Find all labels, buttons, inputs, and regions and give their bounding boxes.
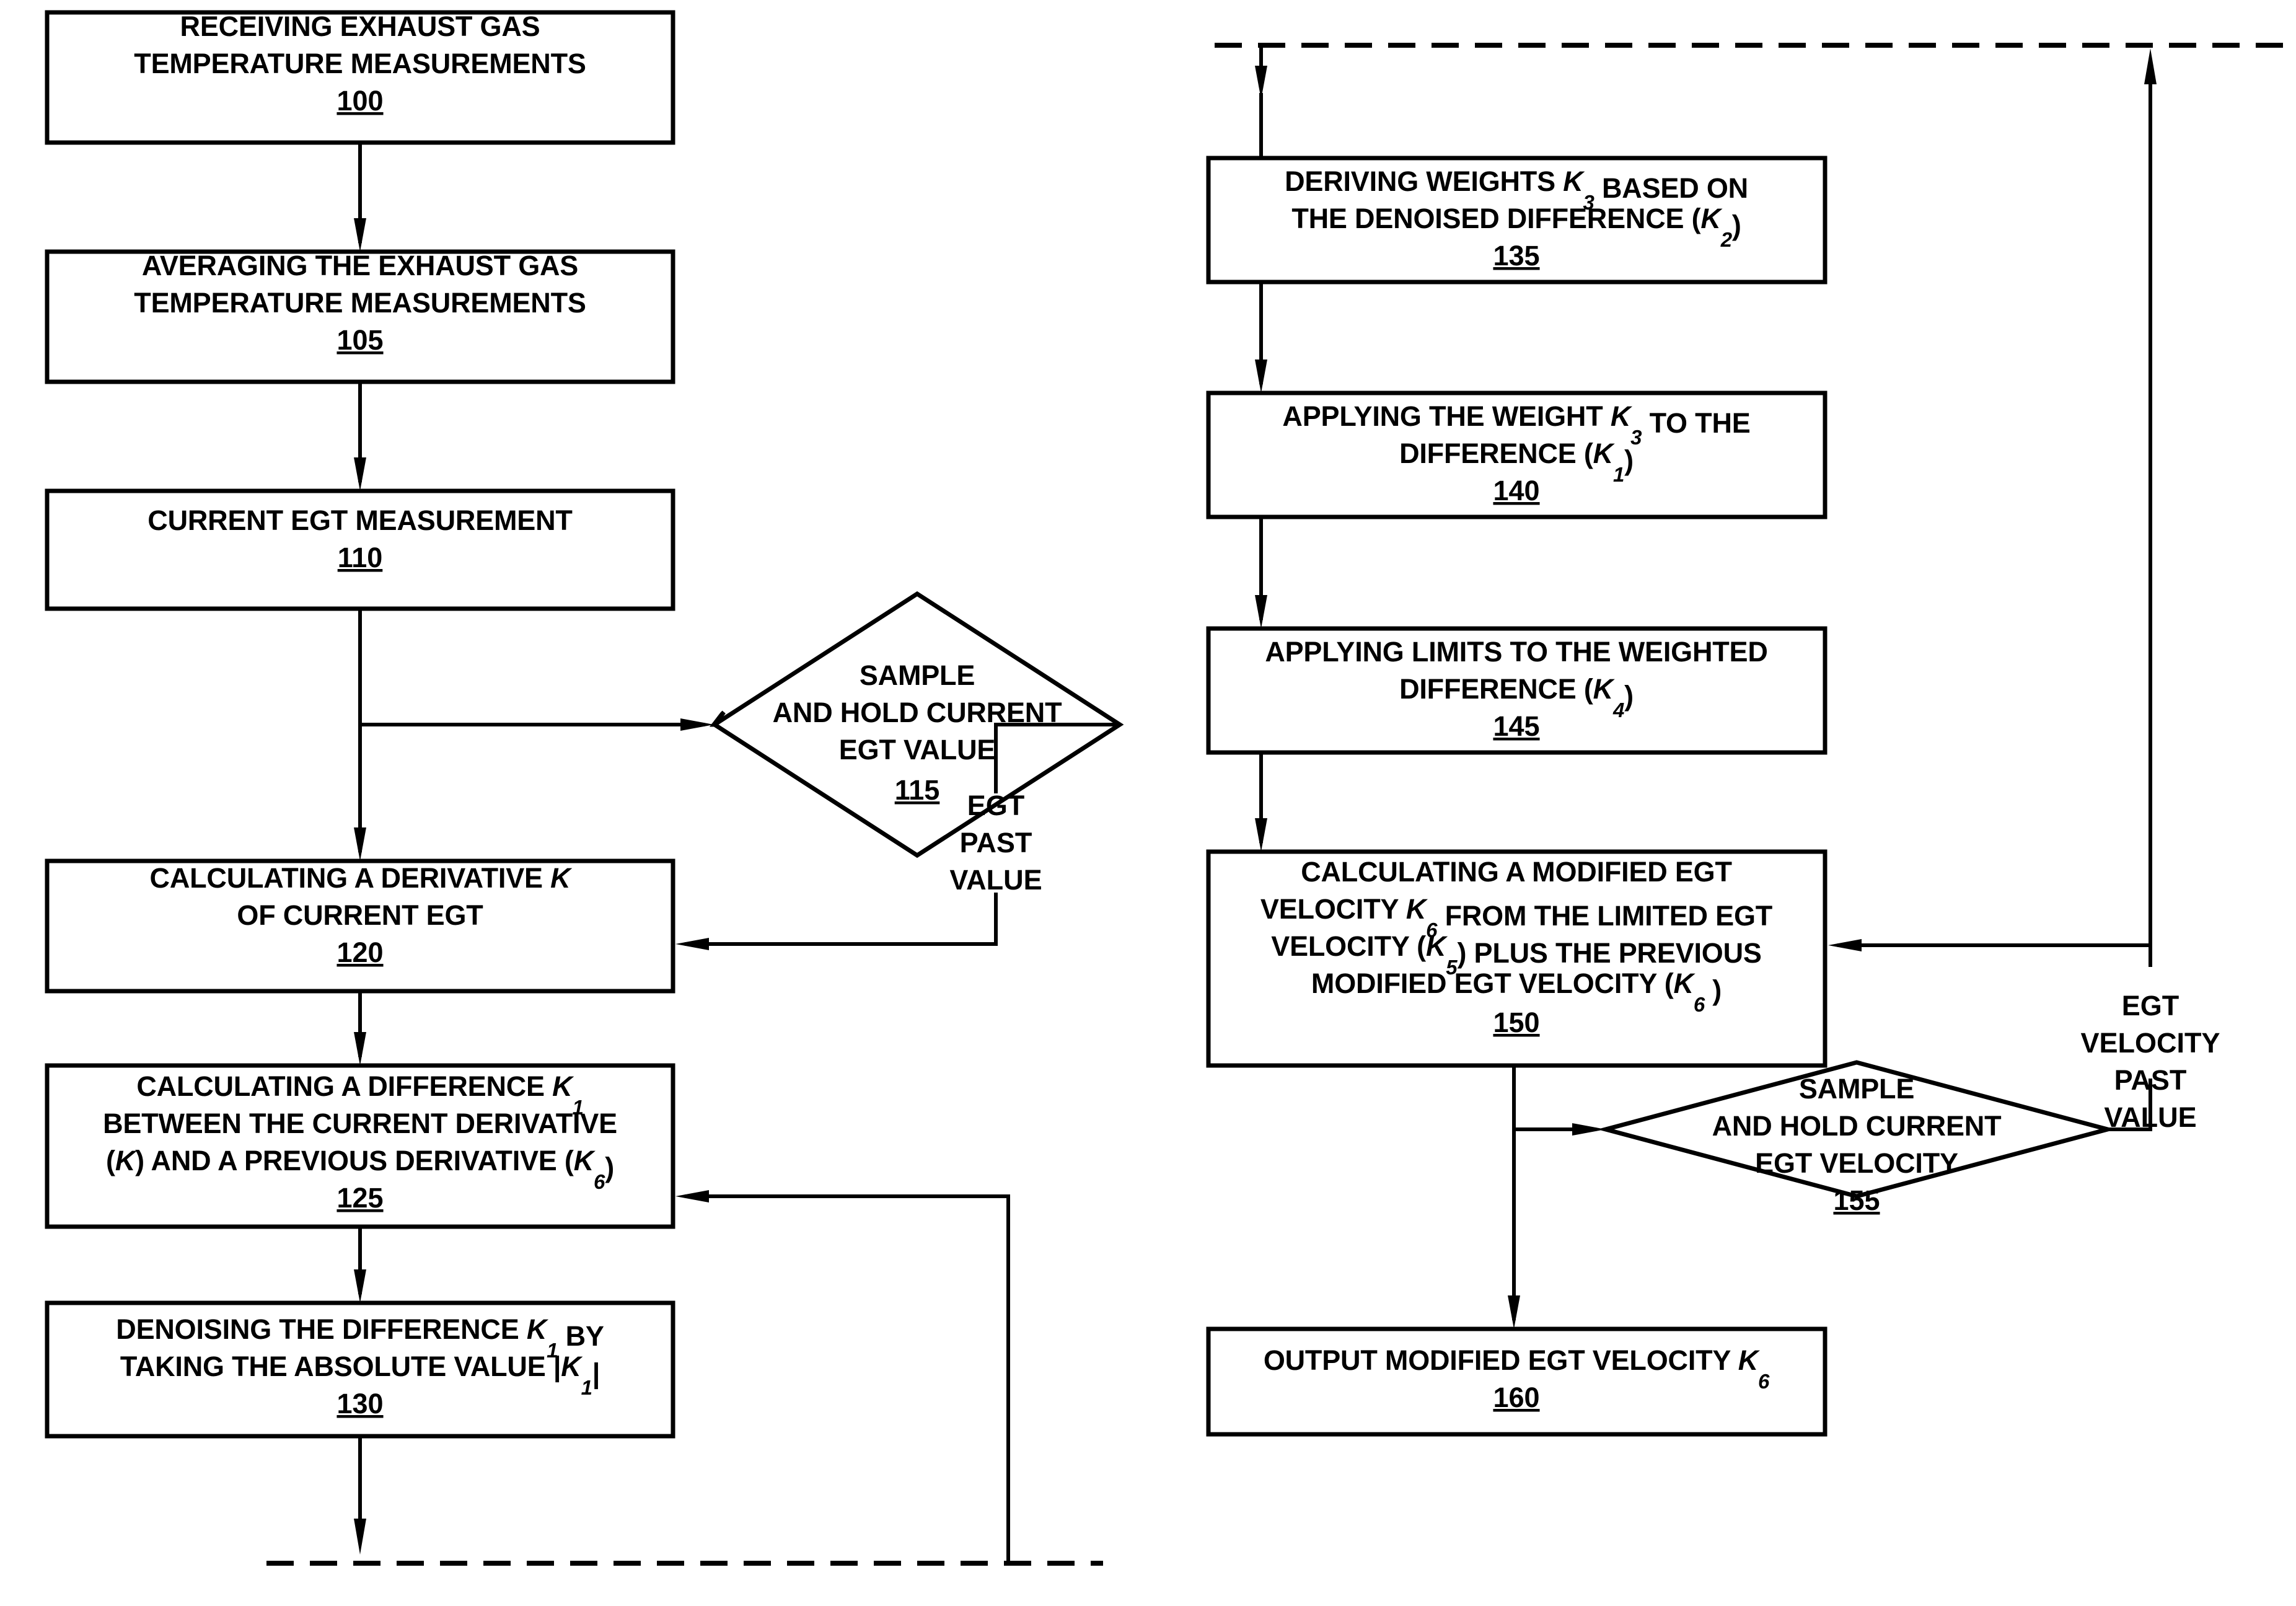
edge-150-to-160	[1508, 1066, 1520, 1329]
node-120-line-0: CALCULATING A DERIVATIVE K	[150, 862, 573, 894]
arrowhead-down-icon	[354, 1519, 366, 1555]
edge-140-to-145	[1255, 517, 1267, 629]
egt-velocity-past-value-label-line-3: VALUE	[2104, 1101, 2196, 1133]
edge-135-to-140	[1255, 282, 1267, 393]
arrowhead-up-icon	[2144, 48, 2157, 84]
arrowhead-down-icon	[354, 827, 366, 861]
node-110-ref: 110	[338, 542, 383, 573]
edge-dashed-to-135	[1255, 45, 1267, 158]
node-150-ref: 150	[1493, 1007, 1539, 1038]
arrowhead-down-icon	[1508, 1295, 1520, 1329]
node-105-ref: 105	[336, 324, 383, 356]
node-145-line-0: APPLYING LIMITS TO THE WEIGHTED	[1265, 636, 1767, 668]
arrowhead-down-icon	[354, 1032, 366, 1066]
node-110: CURRENT EGT MEASUREMENT 110	[45, 488, 675, 611]
node-120: CALCULATING A DERIVATIVE K OF CURRENT EG…	[45, 858, 675, 994]
node-130-ref: 130	[336, 1388, 383, 1419]
edge-130-to-dashed	[354, 1436, 366, 1555]
node-100: RECEIVING EXHAUST GAS TEMPERATURE MEASUR…	[45, 10, 675, 145]
node-140: APPLYING THE WEIGHT K3 TO THE DIFFERENCE…	[1206, 390, 1828, 519]
egt-velocity-past-value-label-line-1: VELOCITY	[2080, 1027, 2220, 1059]
node-155: SAMPLE AND HOLD CURRENT EGT VELOCITY 155	[1597, 1060, 2116, 1216]
node-150-line-0: CALCULATING A MODIFIED EGT	[1301, 856, 1732, 888]
node-120-line-1: OF CURRENT EGT	[237, 899, 483, 931]
node-110-line-0: CURRENT EGT MEASUREMENT	[147, 505, 572, 536]
arrowhead-down-icon	[1255, 595, 1267, 629]
arrowhead-left-icon	[1828, 939, 1862, 951]
node-135-ref: 135	[1493, 240, 1539, 271]
egt-velocity-past-value-label-line-0: EGT	[2122, 990, 2179, 1021]
node-155-line-2: EGT VELOCITY	[1755, 1147, 1958, 1179]
flowchart-diagram: RECEIVING EXHAUST GAS TEMPERATURE MEASUR…	[0, 0, 2296, 1606]
arrowhead-right-icon	[680, 718, 714, 731]
node-140-ref: 140	[1493, 475, 1539, 506]
edge-100-to-105	[354, 143, 366, 252]
edge-145-to-150	[1255, 752, 1267, 852]
node-160: OUTPUT MODIFIED EGT VELOCITY K6 160	[1206, 1326, 1828, 1437]
edge-110-to-120	[354, 609, 366, 861]
edge-120-to-125	[354, 991, 366, 1066]
node-105-line-0: AVERAGING THE EXHAUST GAS	[142, 250, 578, 281]
node-145-ref: 145	[1493, 710, 1539, 742]
node-155-line-0: SAMPLE	[1799, 1073, 1914, 1105]
arrowhead-down-icon	[1255, 818, 1267, 852]
arrowhead-down-icon	[354, 218, 366, 252]
arrowhead-left-icon	[675, 1190, 709, 1202]
arrowhead-down-icon	[354, 1269, 366, 1303]
node-115-line-0: SAMPLE	[860, 660, 975, 691]
node-155-line-1: AND HOLD CURRENT	[1712, 1110, 2002, 1142]
edge-105-to-110	[354, 382, 366, 491]
node-115-ref: 115	[895, 774, 940, 806]
node-155-ref: 155	[1833, 1185, 1880, 1216]
edge-feedback-riser-to-dashed	[2144, 48, 2157, 945]
edge-125-to-130	[354, 1227, 366, 1303]
node-100-line-0: RECEIVING EXHAUST GAS	[180, 11, 540, 42]
node-100-line-1: TEMPERATURE MEASUREMENTS	[134, 48, 586, 79]
arrowhead-left-icon	[675, 938, 709, 950]
node-105-line-1: TEMPERATURE MEASUREMENTS	[134, 287, 586, 319]
node-125: CALCULATING A DIFFERENCE K1 BETWEEN THE …	[45, 1063, 675, 1229]
node-160-ref: 160	[1493, 1382, 1539, 1413]
node-100-ref: 100	[336, 85, 383, 117]
node-150: CALCULATING A MODIFIED EGT VELOCITY K6 F…	[1206, 849, 1828, 1068]
egt-past-value-label-line-2: VALUE	[949, 864, 1042, 896]
arrowhead-down-icon	[1255, 360, 1267, 393]
node-125-ref: 125	[336, 1182, 383, 1214]
egt-past-value-label-line-1: PAST	[960, 827, 1032, 858]
node-115-line-2: EGT VALUE	[839, 734, 995, 765]
edge-150-to-155	[1514, 1123, 1606, 1136]
egt-velocity-past-value-label-line-2: PAST	[2114, 1064, 2187, 1096]
node-135: DERIVING WEIGHTS K3 BASED ON THE DENOISE…	[1206, 156, 1828, 285]
node-120-ref: 120	[336, 937, 383, 968]
edge-feedback-to-125	[675, 1190, 1010, 1562]
egt-past-value-label-line-0: EGT	[967, 790, 1025, 821]
edge-110-to-115	[360, 718, 714, 731]
node-130: DENOISING THE DIFFERENCE K1 BY TAKING TH…	[45, 1300, 675, 1439]
node-125-line-1: BETWEEN THE CURRENT DERIVATIVE	[103, 1108, 617, 1139]
arrowhead-down-icon	[354, 457, 366, 491]
node-145: APPLYING LIMITS TO THE WEIGHTED DIFFEREN…	[1206, 626, 1828, 755]
node-105: AVERAGING THE EXHAUST GAS TEMPERATURE ME…	[45, 249, 675, 384]
